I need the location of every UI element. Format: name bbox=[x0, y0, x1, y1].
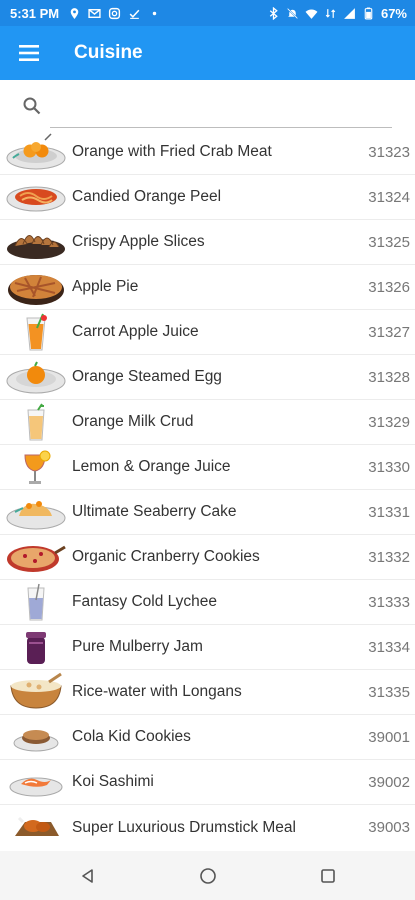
apple-slices-dish-icon bbox=[4, 220, 68, 264]
list-item[interactable]: Cola Kid Cookies 39001 bbox=[0, 715, 415, 760]
item-name: Super Luxurious Drumstick Meal bbox=[72, 818, 296, 836]
status-bar: 5:31 PM 67% bbox=[0, 0, 415, 26]
nav-back-button[interactable] bbox=[28, 851, 148, 900]
item-id: 31335 bbox=[368, 683, 410, 701]
apple-pie-icon bbox=[4, 265, 68, 309]
status-right: 67% bbox=[267, 6, 407, 21]
item-id: 31327 bbox=[368, 323, 410, 341]
list-item[interactable]: Koi Sashimi 39002 bbox=[0, 760, 415, 805]
rice-water-bowl-icon bbox=[4, 670, 68, 714]
steamed-egg-dish-icon bbox=[4, 355, 68, 399]
item-id: 39001 bbox=[368, 728, 410, 746]
item-id: 31324 bbox=[368, 188, 410, 206]
orange-crab-dish-icon bbox=[4, 130, 68, 174]
drumstick-meal-icon bbox=[4, 806, 68, 850]
item-name: Lemon & Orange Juice bbox=[72, 458, 231, 475]
list-item[interactable]: Rice-water with Longans 31335 bbox=[0, 670, 415, 715]
hamburger-menu-icon bbox=[19, 45, 39, 61]
item-id: 31332 bbox=[368, 548, 410, 566]
mute-icon bbox=[287, 7, 298, 19]
location-icon bbox=[70, 7, 79, 19]
search-icon[interactable] bbox=[22, 96, 42, 116]
mulberry-jam-jar-icon bbox=[4, 625, 68, 669]
item-name: Orange with Fried Crab Meat bbox=[72, 143, 272, 160]
signal-icon bbox=[344, 7, 355, 19]
list-item[interactable]: Candied Orange Peel 31324 bbox=[0, 175, 415, 220]
list-item[interactable]: Crispy Apple Slices 31325 bbox=[0, 220, 415, 265]
item-name: Orange Milk Crud bbox=[72, 413, 194, 430]
item-id: 31328 bbox=[368, 368, 410, 386]
item-name: Ultimate Seaberry Cake bbox=[72, 503, 237, 520]
home-icon bbox=[199, 867, 216, 884]
battery-percent: 67% bbox=[380, 5, 407, 21]
item-id: 31334 bbox=[368, 638, 410, 656]
seaberry-cake-dish-icon bbox=[4, 490, 68, 534]
list-item[interactable]: Fantasy Cold Lychee 31333 bbox=[0, 580, 415, 625]
item-id: 31331 bbox=[368, 503, 410, 521]
item-name: Apple Pie bbox=[72, 278, 139, 295]
item-name: Cola Kid Cookies bbox=[72, 728, 191, 745]
back-icon bbox=[81, 868, 93, 883]
data-icon bbox=[325, 8, 336, 18]
lemon-orange-juice-glass-icon bbox=[4, 445, 68, 489]
system-nav-bar bbox=[0, 851, 415, 900]
recents-icon bbox=[320, 868, 335, 883]
check-icon bbox=[129, 9, 140, 19]
item-id: 31325 bbox=[368, 233, 410, 251]
list-item[interactable]: Orange Steamed Egg 31328 bbox=[0, 355, 415, 400]
wifi-icon bbox=[305, 9, 318, 19]
milk-crud-glass-icon bbox=[4, 400, 68, 444]
battery-icon bbox=[364, 7, 373, 19]
item-name: Crispy Apple Slices bbox=[72, 233, 205, 250]
list-item[interactable]: Orange with Fried Crab Meat 31323 bbox=[0, 130, 415, 175]
item-id: 39003 bbox=[368, 819, 410, 836]
list-item[interactable]: Pure Mulberry Jam 31334 bbox=[0, 625, 415, 670]
item-name: Carrot Apple Juice bbox=[72, 323, 199, 340]
cola-cookies-plate-icon bbox=[4, 715, 68, 759]
carrot-juice-glass-icon bbox=[4, 310, 68, 354]
item-name: Pure Mulberry Jam bbox=[72, 638, 203, 655]
item-name: Orange Steamed Egg bbox=[72, 368, 222, 385]
menu-button[interactable] bbox=[2, 26, 58, 80]
list-item[interactable]: Apple Pie 31326 bbox=[0, 265, 415, 310]
app-bar: Cuisine bbox=[0, 26, 415, 80]
item-name: Rice-water with Longans bbox=[72, 683, 242, 700]
nav-recents-button[interactable] bbox=[268, 851, 388, 900]
status-time: 5:31 PM bbox=[10, 5, 60, 21]
instagram-icon bbox=[109, 7, 121, 19]
item-id: 31326 bbox=[368, 278, 410, 296]
koi-sashimi-plate-icon bbox=[4, 760, 68, 804]
item-id: 31329 bbox=[368, 413, 410, 431]
cuisine-list: Orange with Fried Crab Meat 31323 Candie… bbox=[0, 130, 415, 850]
lychee-drink-glass-icon bbox=[4, 580, 68, 624]
item-name: Fantasy Cold Lychee bbox=[72, 593, 218, 610]
search-bar bbox=[0, 80, 415, 130]
list-item[interactable]: Lemon & Orange Juice 31330 bbox=[0, 445, 415, 490]
candied-peel-dish-icon bbox=[4, 175, 68, 219]
status-left: 5:31 PM bbox=[10, 6, 161, 21]
bluetooth-icon bbox=[269, 6, 278, 20]
cranberry-cookies-pan-icon bbox=[4, 535, 68, 579]
list-item[interactable]: Carrot Apple Juice 31327 bbox=[0, 310, 415, 355]
item-name: Candied Orange Peel bbox=[72, 188, 222, 205]
item-id: 31333 bbox=[368, 593, 410, 611]
page-title: Cuisine bbox=[74, 42, 143, 63]
search-input[interactable] bbox=[50, 88, 392, 128]
list-item[interactable]: Orange Milk Crud 31329 bbox=[0, 400, 415, 445]
list-item[interactable]: Super Luxurious Drumstick Meal 39003 bbox=[0, 805, 415, 850]
item-name: Organic Cranberry Cookies bbox=[72, 548, 260, 565]
list-item[interactable]: Ultimate Seaberry Cake 31331 bbox=[0, 490, 415, 535]
item-id: 31323 bbox=[368, 143, 410, 161]
gmail-icon bbox=[88, 8, 101, 18]
item-id: 39002 bbox=[368, 773, 410, 791]
item-id: 31330 bbox=[368, 458, 410, 476]
dot-icon bbox=[152, 11, 157, 15]
item-name: Koi Sashimi bbox=[72, 773, 154, 790]
nav-home-button[interactable] bbox=[148, 851, 268, 900]
list-item[interactable]: Organic Cranberry Cookies 31332 bbox=[0, 535, 415, 580]
